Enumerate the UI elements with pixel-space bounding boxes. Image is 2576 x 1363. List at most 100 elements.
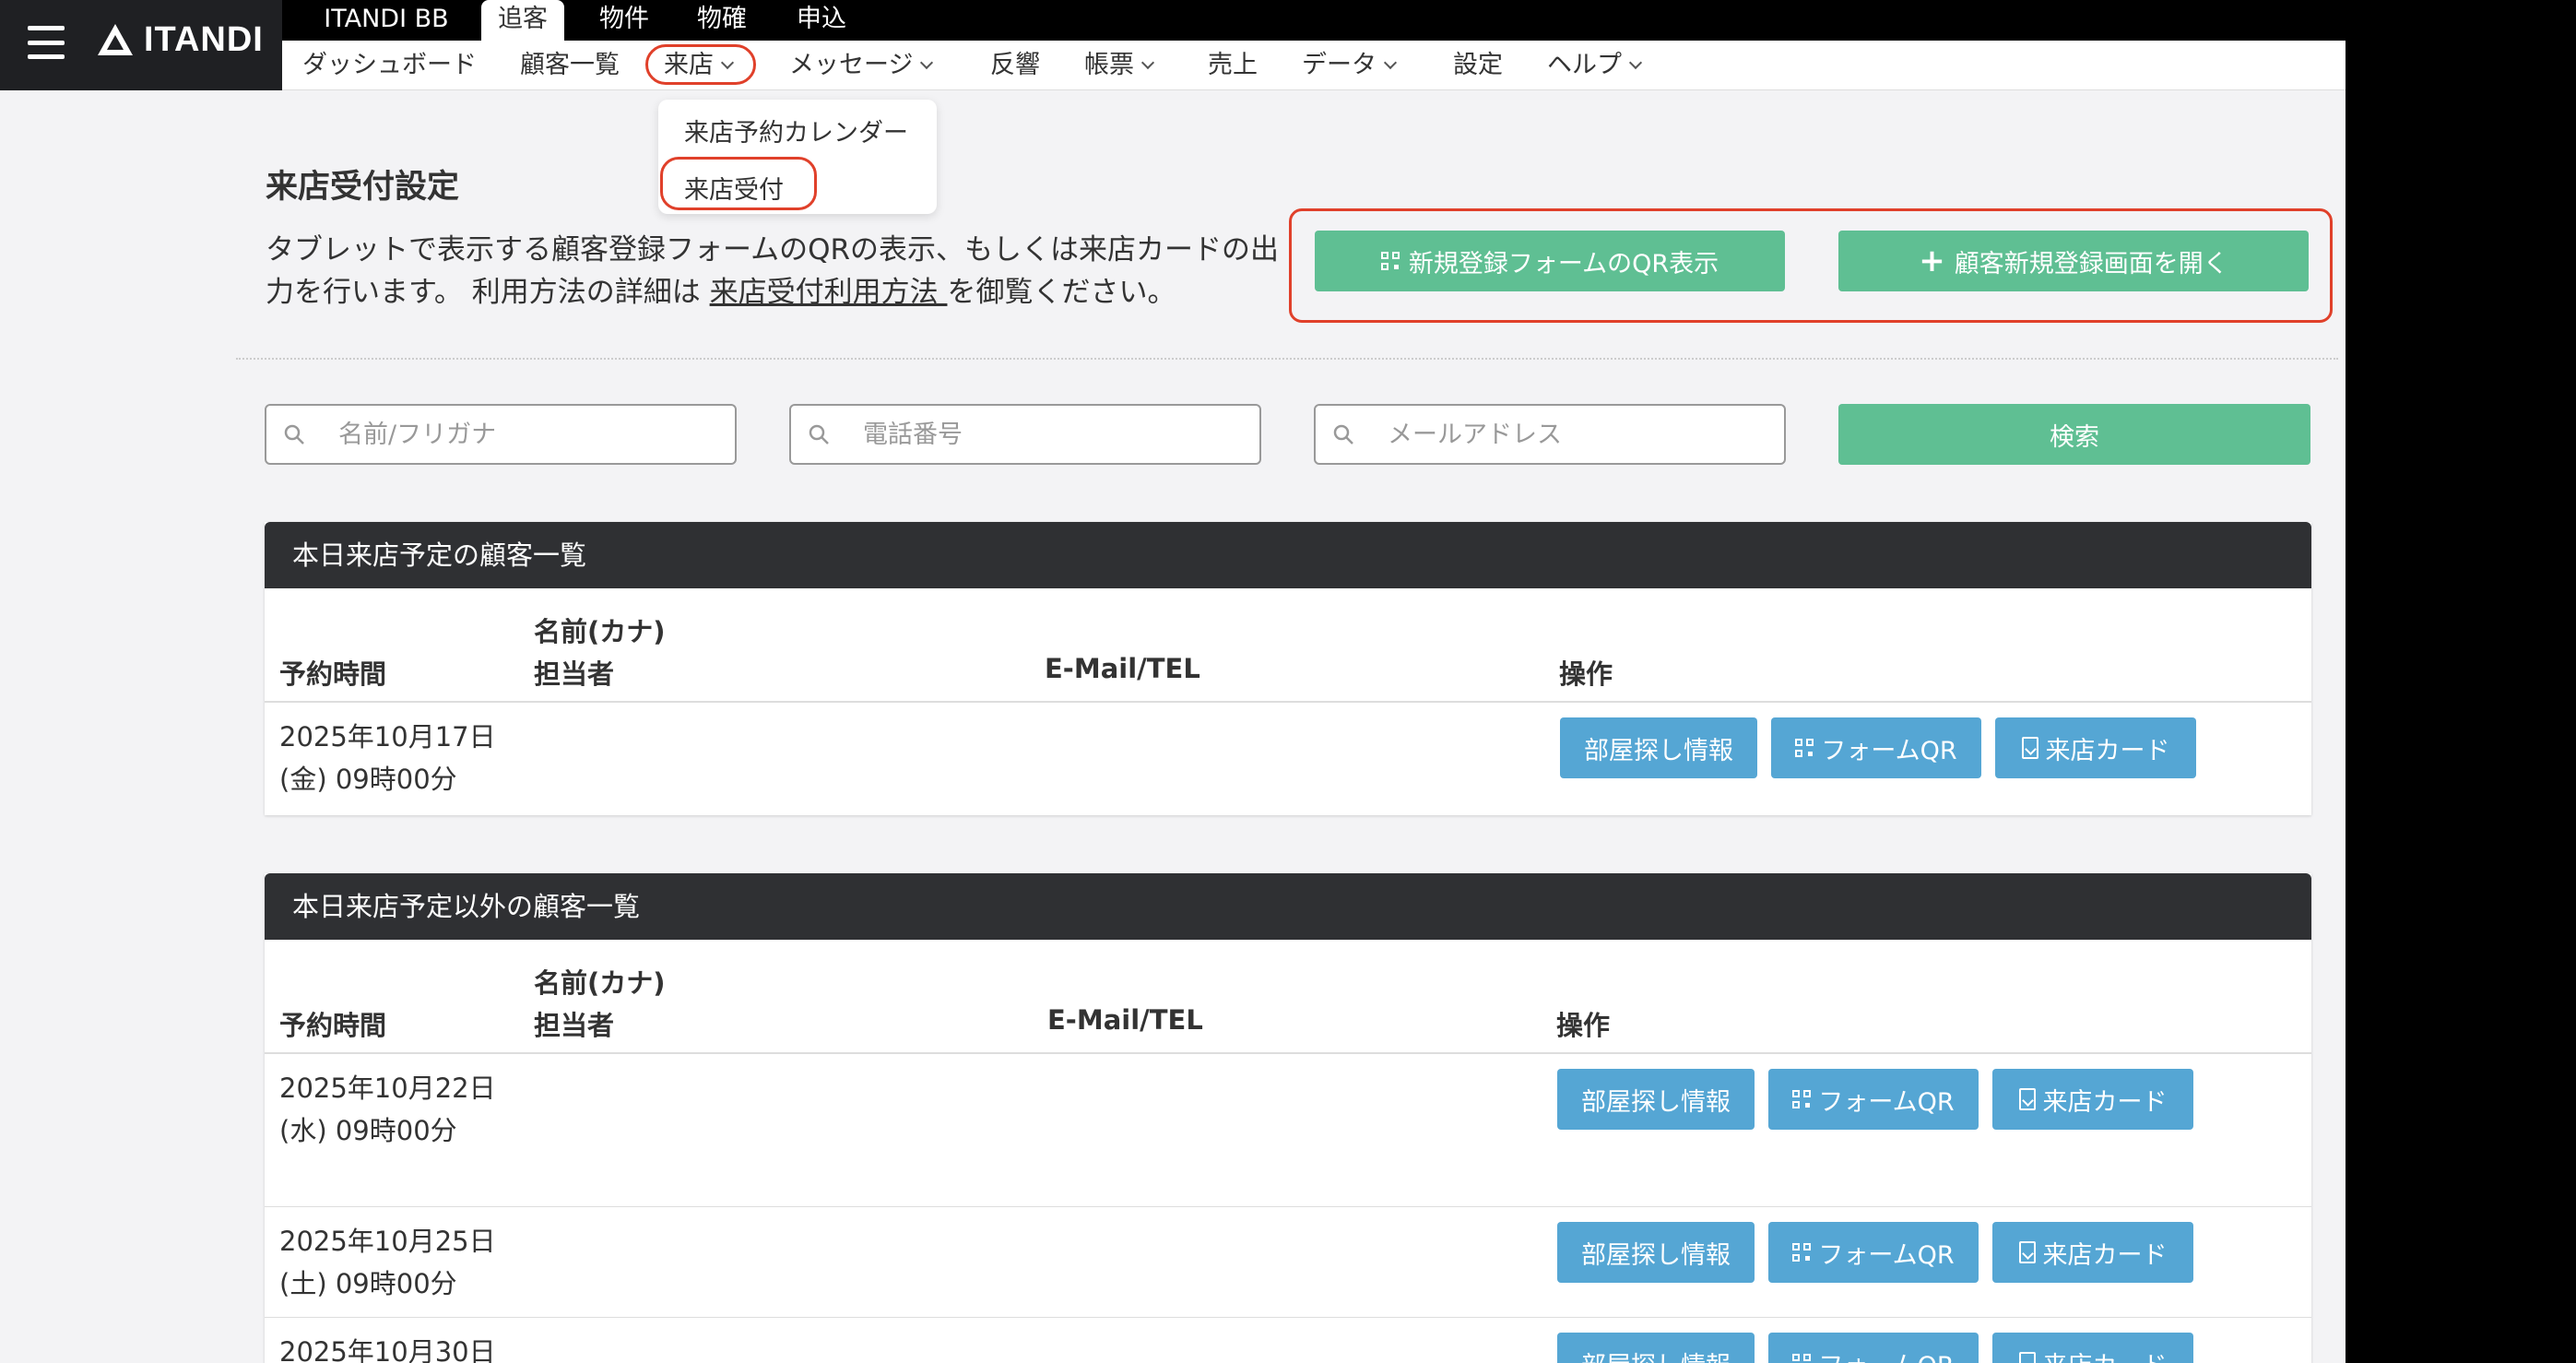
reservation-date: 2025年10月25日	[279, 1226, 496, 1257]
chevron-down-icon	[920, 55, 934, 70]
room-search-info-button[interactable]: 部屋探し情報	[1557, 1222, 1755, 1283]
chevron-down-icon	[1628, 55, 1643, 70]
reservation-time: (水) 09時00分	[279, 1115, 457, 1146]
qr-code-icon	[1795, 739, 1814, 757]
form-qr-label: フォームQR	[1818, 1087, 1955, 1117]
reservation-time: (金) 09時00分	[279, 764, 457, 795]
tab-bukkaku[interactable]: 物確	[680, 0, 763, 41]
nav-settings-label: 設定	[1453, 51, 1503, 79]
itandi-logo[interactable]: ITANDI	[96, 20, 264, 60]
name-search-input[interactable]	[338, 420, 707, 449]
chevron-down-icon	[1383, 55, 1398, 70]
nav-response[interactable]: 反響	[990, 41, 1040, 90]
nav-help-label: ヘルプ	[1547, 51, 1622, 79]
page-title: 来店受付設定	[266, 169, 460, 206]
room-search-info-button[interactable]: 部屋探し情報	[1557, 1069, 1755, 1130]
qr-code-icon	[1792, 1354, 1812, 1363]
show-form-qr-label: 新規登録フォームのQR表示	[1408, 249, 1719, 279]
visit-card-label: 来店カード	[2042, 1087, 2168, 1117]
nav-sales[interactable]: 売上	[1208, 41, 1258, 90]
form-qr-button[interactable]: フォームQR	[1768, 1222, 1979, 1283]
nav-customer-list[interactable]: 顧客一覧	[520, 41, 620, 90]
reservation-date: 2025年10月17日	[279, 721, 496, 753]
name-search-box	[265, 404, 737, 465]
search-icon	[284, 424, 304, 444]
column-name-kana: 名前(カナ)	[534, 967, 666, 999]
form-qr-label: フォームQR	[1818, 1240, 1955, 1270]
table-row: 2025年10月30日 部屋探し情報 フォームQR 来店カード	[265, 1318, 2311, 1363]
nav-forms[interactable]: 帳票	[1084, 41, 1155, 90]
table-row: 2025年10月17日 (金) 09時00分 部屋探し情報 フォームQR 来店カー…	[265, 703, 2311, 813]
room-search-info-button[interactable]: 部屋探し情報	[1560, 717, 1757, 778]
reservation-datetime: 2025年10月17日 (金) 09時00分	[279, 716, 496, 800]
nav-sales-label: 売上	[1208, 51, 1258, 79]
room-search-info-button[interactable]: 部屋探し情報	[1557, 1333, 1755, 1363]
column-actions: 操作	[1556, 1010, 1611, 1041]
form-qr-button[interactable]: フォームQR	[1768, 1069, 1979, 1130]
nav-dashboard-label: ダッシュボード	[302, 51, 477, 79]
qr-code-icon	[1792, 1243, 1812, 1262]
visit-card-button[interactable]: 来店カード	[1992, 1222, 2193, 1283]
section-divider	[236, 358, 2338, 360]
search-icon	[809, 424, 829, 444]
today-visitors-table: 本日来店予定の顧客一覧 予約時間 名前(カナ) 担当者 E-Mail/TEL 操…	[265, 522, 2311, 815]
search-icon	[1333, 424, 1353, 444]
tab-moushikomi[interactable]: 申込	[780, 0, 863, 41]
email-search-input[interactable]	[1388, 420, 1756, 449]
column-email-tel: E-Mail/TEL	[1047, 1004, 1203, 1036]
column-staff: 担当者	[534, 658, 615, 690]
today-section-title: 本日来店予定の顧客一覧	[265, 522, 2311, 588]
nav-customer-list-label: 顧客一覧	[520, 51, 620, 79]
menu-item-visit-calendar[interactable]: 来店予約カレンダー	[684, 113, 908, 148]
tab-bukken[interactable]: 物件	[583, 0, 666, 41]
plus-icon: +	[1919, 243, 1945, 279]
app-window: ITANDI ITANDI BB 追客 物件 物確 申込 ダッシュボード 顧客一…	[0, 0, 2346, 1363]
nav-message-label: メッセージ	[789, 51, 914, 79]
tab-itandi-bb[interactable]: ITANDI BB	[306, 0, 467, 41]
form-qr-button[interactable]: フォームQR	[1768, 1333, 1979, 1363]
brand-header: ITANDI	[0, 0, 282, 90]
category-bar: ITANDI BB 追客 物件 物確 申込	[282, 0, 2346, 41]
column-name-kana: 名前(カナ)	[534, 616, 666, 647]
itandi-logo-icon	[98, 23, 133, 55]
search-button[interactable]: 検索	[1838, 404, 2310, 465]
visit-card-label: 来店カード	[2042, 1240, 2168, 1270]
column-reservation-time: 予約時間	[279, 658, 387, 690]
nav-message[interactable]: メッセージ	[789, 41, 934, 90]
visit-card-button[interactable]: 来店カード	[1992, 1333, 2193, 1363]
reservation-date: 2025年10月22日	[279, 1073, 496, 1104]
phone-search-input[interactable]	[863, 420, 1232, 449]
open-new-customer-button[interactable]: + 顧客新規登録画面を開く	[1838, 231, 2309, 291]
show-form-qr-button[interactable]: 新規登録フォームのQR表示	[1315, 231, 1785, 291]
column-reservation-time: 予約時間	[279, 1010, 387, 1041]
pdf-file-icon	[2018, 1352, 2036, 1363]
tab-tsuikyaku[interactable]: 追客	[481, 0, 564, 41]
reservation-datetime: 2025年10月22日 (水) 09時00分	[279, 1067, 496, 1152]
table-row: 2025年10月22日 (水) 09時00分 部屋探し情報 フォームQR 来店カー…	[265, 1054, 2311, 1207]
form-qr-label: フォームQR	[1821, 736, 1957, 765]
form-qr-button[interactable]: フォームQR	[1771, 717, 1981, 778]
nav-dashboard[interactable]: ダッシュボード	[302, 41, 477, 90]
usage-guide-link[interactable]: 来店受付利用方法	[710, 276, 948, 309]
nav-data-label: データ	[1302, 51, 1377, 79]
hamburger-menu-icon[interactable]	[28, 26, 65, 59]
sub-navigation: ダッシュボード 顧客一覧 来店 メッセージ 反響 帳票 売上 データ 設定 ヘル…	[282, 41, 2346, 90]
visit-card-label: 来店カード	[2045, 736, 2170, 765]
pdf-file-icon	[2021, 737, 2038, 759]
table-header: 予約時間 名前(カナ) 担当者 E-Mail/TEL 操作	[265, 940, 2311, 1054]
pdf-file-icon	[2018, 1241, 2036, 1263]
visit-card-button[interactable]: 来店カード	[1992, 1069, 2193, 1130]
nav-settings[interactable]: 設定	[1453, 41, 1503, 90]
column-staff: 担当者	[534, 1010, 615, 1041]
logo-text: ITANDI	[144, 20, 264, 59]
page-description: タブレットで表示する顧客登録フォームのQRの表示、もしくは来店カードの出力を行い…	[266, 229, 1280, 314]
nav-data[interactable]: データ	[1302, 41, 1398, 90]
nav-help[interactable]: ヘルプ	[1547, 41, 1643, 90]
reservation-datetime: 2025年10月25日 (土) 09時00分	[279, 1220, 496, 1305]
visit-card-button[interactable]: 来店カード	[1995, 717, 2196, 778]
table-header: 予約時間 名前(カナ) 担当者 E-Mail/TEL 操作	[265, 588, 2311, 703]
reservation-date: 2025年10月30日	[279, 1336, 496, 1363]
others-section-title: 本日来店予定以外の顧客一覧	[265, 873, 2311, 940]
column-email-tel: E-Mail/TEL	[1045, 653, 1200, 684]
table-row: 2025年10月25日 (土) 09時00分 部屋探し情報 フォームQR 来店カー…	[265, 1207, 2311, 1318]
